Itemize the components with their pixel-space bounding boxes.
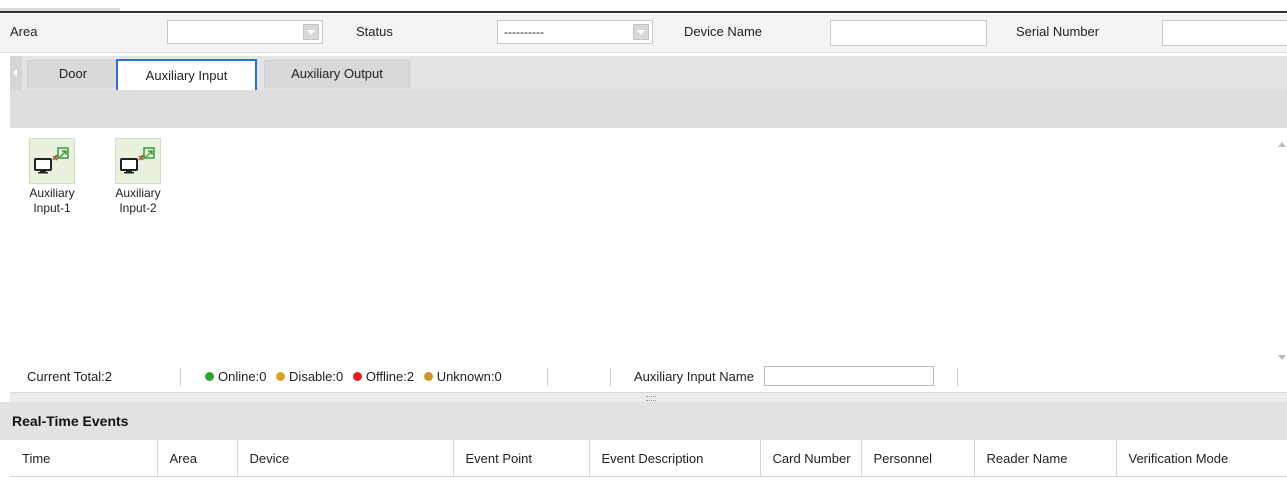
column-header-device[interactable]: Device bbox=[237, 440, 454, 477]
offline-dot-icon bbox=[352, 372, 362, 381]
disable-dot-icon bbox=[276, 372, 286, 381]
filter-bar: Area Status ---------- Device Name Seria… bbox=[0, 14, 1287, 53]
auxiliary-input-name-label: Auxiliary Input Name bbox=[634, 369, 754, 384]
status-bar: Current Total:2 Online:0 Disable:0 Offli… bbox=[10, 362, 1287, 392]
auxiliary-input-icon bbox=[115, 138, 161, 184]
disable-status: Disable:0 bbox=[276, 369, 343, 384]
area-select[interactable] bbox=[167, 20, 323, 44]
device-item-auxiliary-input-2[interactable]: Auxiliary Input-2 bbox=[108, 138, 168, 216]
current-total: Current Total:2 bbox=[27, 369, 113, 384]
status-label: Status bbox=[356, 24, 393, 39]
column-header-event-point[interactable]: Event Point bbox=[453, 440, 590, 477]
scroll-up-icon[interactable] bbox=[1278, 142, 1286, 147]
auxiliary-input-icon bbox=[29, 138, 75, 184]
top-border bbox=[0, 11, 1287, 13]
column-header-area[interactable]: Area bbox=[157, 440, 238, 477]
device-name-label: Device Name bbox=[684, 24, 763, 39]
auxiliary-input-name-input[interactable] bbox=[764, 366, 934, 386]
area-label: Area bbox=[10, 24, 38, 39]
column-header-personnel[interactable]: Personnel bbox=[861, 440, 975, 477]
panel-scrollbar[interactable] bbox=[1277, 136, 1287, 366]
tab-scroll-left-icon[interactable] bbox=[10, 56, 22, 90]
unknown-status: Unknown:0 bbox=[423, 369, 502, 384]
online-dot-icon bbox=[205, 372, 214, 381]
realtime-events-header: Real-Time Events bbox=[0, 402, 1287, 440]
device-label: Auxiliary Input-2 bbox=[115, 186, 161, 215]
column-header-verification-mode[interactable]: Verification Mode bbox=[1116, 440, 1287, 477]
table-header-row: Time Area Device Event Point Event Descr… bbox=[10, 440, 1287, 477]
tab-auxiliary-output[interactable]: Auxiliary Output bbox=[264, 60, 410, 88]
grip-icon[interactable] bbox=[646, 396, 656, 401]
status-select-value: ---------- bbox=[504, 25, 544, 39]
divider bbox=[547, 368, 548, 386]
column-header-card-number[interactable]: Card Number bbox=[760, 440, 862, 477]
chevron-down-icon[interactable] bbox=[303, 24, 319, 40]
unknown-dot-icon bbox=[423, 372, 433, 381]
window-top-edge bbox=[0, 0, 1287, 14]
scroll-down-icon[interactable] bbox=[1278, 355, 1286, 360]
status-select[interactable]: ---------- bbox=[497, 20, 653, 44]
chevron-down-icon[interactable] bbox=[633, 24, 649, 40]
serial-number-input[interactable] bbox=[1162, 20, 1287, 46]
serial-number-label: Serial Number bbox=[1016, 24, 1100, 39]
divider bbox=[180, 368, 181, 386]
device-item-auxiliary-input-1[interactable]: Auxiliary Input-1 bbox=[22, 138, 82, 216]
status-legend: Online:0 Disable:0 Offline:2 Unknown:0 bbox=[205, 369, 508, 384]
toolbar-area bbox=[10, 90, 1287, 128]
column-header-time[interactable]: Time bbox=[10, 440, 158, 477]
device-name-input[interactable] bbox=[830, 20, 987, 46]
divider bbox=[610, 368, 611, 386]
device-label: Auxiliary Input-1 bbox=[29, 186, 75, 215]
column-header-reader-name[interactable]: Reader Name bbox=[974, 440, 1117, 477]
tab-door[interactable]: Door bbox=[27, 60, 119, 88]
tab-strip: Door Auxiliary Input Auxiliary Output bbox=[10, 56, 1287, 90]
divider bbox=[957, 368, 958, 386]
offline-status: Offline:2 bbox=[352, 369, 414, 384]
online-status: Online:0 bbox=[205, 369, 266, 384]
tab-auxiliary-input[interactable]: Auxiliary Input bbox=[116, 59, 257, 90]
events-table: Time Area Device Event Point Event Descr… bbox=[10, 440, 1287, 477]
column-header-event-description[interactable]: Event Description bbox=[589, 440, 761, 477]
realtime-events-title: Real-Time Events bbox=[12, 413, 129, 429]
device-icon-panel: Auxiliary Input-1 Auxiliary Input-2 bbox=[10, 128, 1287, 392]
